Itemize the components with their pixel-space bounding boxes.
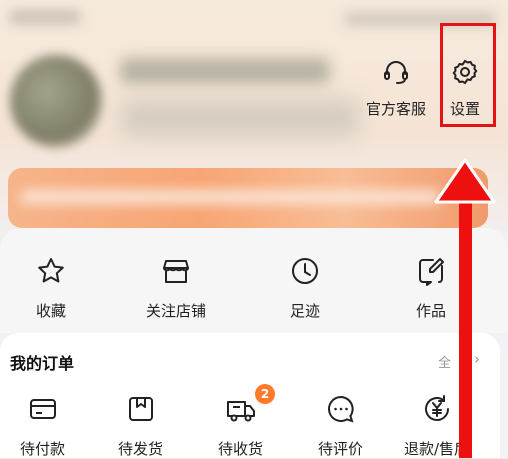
quick-link-followed-shops[interactable]: 关注店铺	[146, 256, 206, 321]
order-pending-review[interactable]: 待评价	[318, 394, 363, 459]
order-pending-receipt[interactable]: 待收货	[218, 394, 263, 459]
package-icon	[126, 394, 156, 428]
avatar[interactable]	[10, 55, 102, 147]
truck-icon	[225, 394, 257, 428]
shop-icon	[161, 256, 191, 290]
headset-icon	[382, 58, 410, 90]
quick-link-label: 作品	[416, 302, 447, 320]
customer-service-label: 官方客服	[366, 100, 427, 118]
arrow-up-icon	[434, 158, 496, 204]
orders-view-all-link[interactable]: 全	[438, 352, 451, 371]
banner-text-blur	[20, 190, 440, 204]
arrow-shaft	[459, 195, 472, 458]
chevron-right-icon[interactable]: ›	[474, 350, 480, 368]
status-bar-blur	[10, 10, 80, 24]
order-pending-payment[interactable]: 待付款	[20, 394, 65, 459]
wallet-icon	[28, 394, 58, 428]
highlight-box	[440, 23, 496, 127]
quick-link-favorites[interactable]: 收藏	[36, 256, 66, 321]
quick-link-label: 关注店铺	[146, 302, 207, 320]
quick-link-works[interactable]: 作品	[416, 256, 446, 321]
edit-icon	[416, 256, 446, 290]
order-label: 待发货	[118, 440, 164, 458]
quick-link-history[interactable]: 足迹	[290, 256, 320, 321]
profile-info-blur	[120, 98, 360, 138]
order-label: 待付款	[20, 440, 66, 458]
refund-icon	[422, 394, 452, 428]
customer-service-button[interactable]: 官方客服	[366, 58, 426, 119]
chat-icon	[326, 394, 356, 428]
quick-link-label: 足迹	[290, 302, 321, 320]
order-pending-shipment[interactable]: 待发货	[118, 394, 163, 459]
clock-icon	[290, 256, 320, 290]
order-count-badge: 2	[255, 384, 275, 404]
order-label: 待评价	[318, 440, 364, 458]
star-icon	[36, 256, 66, 290]
username-blur	[120, 58, 330, 84]
orders-title: 我的订单	[10, 354, 75, 373]
order-label: 待收货	[218, 440, 264, 458]
quick-link-label: 收藏	[36, 302, 67, 320]
